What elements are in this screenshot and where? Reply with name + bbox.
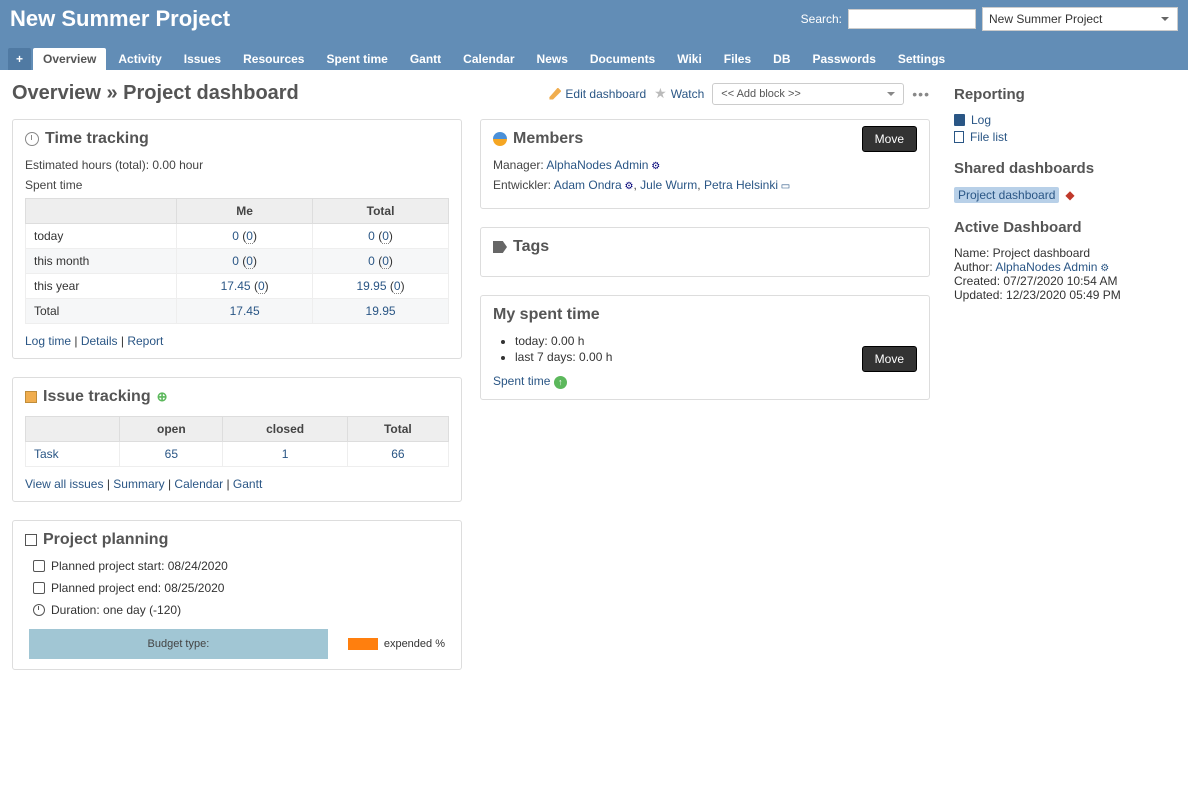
legend-swatch-icon xyxy=(348,638,378,650)
issue-tracking-box: Issue tracking ⊕ open closed Total Task … xyxy=(12,377,462,502)
gantt-link[interactable]: Gantt xyxy=(233,477,262,491)
table-row: this year 17.45 (0) 19.95 (0) xyxy=(26,274,449,299)
project-title: New Summer Project xyxy=(10,6,230,32)
move-button[interactable]: Move xyxy=(862,126,917,152)
members-box: Move Members Manager: AlphaNodes Admin ⚙… xyxy=(480,119,930,209)
dev-link[interactable]: Jule Wurm xyxy=(640,178,697,192)
table-row: Task 65 1 66 xyxy=(26,442,449,467)
project-selector[interactable]: New Summer Project xyxy=(982,7,1178,31)
pencil-icon xyxy=(549,88,561,100)
search-input[interactable] xyxy=(848,9,976,29)
active-heading: Active Dashboard xyxy=(954,219,1176,236)
time-table: Me Total today 0 (0) 0 (0) this month 0 … xyxy=(25,198,449,324)
package-icon: ◆ xyxy=(1065,188,1074,202)
spent-today: today: 0.00 h xyxy=(515,334,917,348)
calendar-icon xyxy=(33,560,45,572)
manager-link[interactable]: AlphaNodes Admin xyxy=(546,158,648,172)
time-tracking-box: Time tracking Estimated hours (total): 0… xyxy=(12,119,462,359)
dash-name: Name: Project dashboard xyxy=(954,246,1176,260)
tab-db[interactable]: DB xyxy=(763,48,800,70)
tab-calendar[interactable]: Calendar xyxy=(453,48,524,70)
log-icon xyxy=(954,114,965,126)
reporting-heading: Reporting xyxy=(954,86,1176,103)
tab-activity[interactable]: Activity xyxy=(108,48,171,70)
tab-plus[interactable]: + xyxy=(8,48,31,70)
tab-resources[interactable]: Resources xyxy=(233,48,314,70)
file-list-link[interactable]: File list xyxy=(970,130,1007,144)
duration: Duration: one day (-120) xyxy=(51,603,181,617)
gear-icon[interactable]: ⚙ xyxy=(622,181,634,192)
vcard-icon[interactable]: ▭ xyxy=(778,181,790,192)
my-spent-time-box: Move My spent time today: 0.00 h last 7 … xyxy=(480,295,930,400)
planning-icon xyxy=(25,534,37,546)
issue-icon xyxy=(25,391,37,403)
move-button[interactable]: Move xyxy=(862,346,917,372)
time-icon xyxy=(25,132,39,146)
table-row: Total 17.45 19.95 xyxy=(26,299,449,324)
tab-wiki[interactable]: Wiki xyxy=(667,48,712,70)
main-tabs: + Overview Activity Issues Resources Spe… xyxy=(0,38,1188,70)
log-time-link[interactable]: Log time xyxy=(25,334,71,348)
more-icon[interactable]: ••• xyxy=(912,86,930,102)
tab-issues[interactable]: Issues xyxy=(174,48,231,70)
report-link[interactable]: Report xyxy=(127,334,163,348)
sidebar: Reporting Log File list Shared dashboard… xyxy=(942,70,1188,682)
log-link[interactable]: Log xyxy=(971,113,991,127)
clock-icon xyxy=(33,604,45,616)
add-block-select[interactable]: << Add block >> xyxy=(712,83,904,105)
add-icon[interactable]: ⊕ xyxy=(157,389,168,405)
tag-icon xyxy=(493,241,507,253)
spent-week: last 7 days: 0.00 h xyxy=(515,350,917,364)
up-icon[interactable]: ↑ xyxy=(554,376,567,389)
members-icon xyxy=(493,132,507,146)
tab-passwords[interactable]: Passwords xyxy=(803,48,886,70)
gear-icon[interactable]: ⚙ xyxy=(1097,263,1109,274)
dash-created: Created: 07/27/2020 10:54 AM xyxy=(954,274,1176,288)
calendar-link[interactable]: Calendar xyxy=(174,477,223,491)
spent-time-link[interactable]: Spent time xyxy=(493,374,550,388)
tab-settings[interactable]: Settings xyxy=(888,48,955,70)
gear-icon[interactable]: ⚙ xyxy=(648,161,660,172)
details-link[interactable]: Details xyxy=(81,334,118,348)
tags-box: Tags xyxy=(480,227,930,277)
tab-spent-time[interactable]: Spent time xyxy=(316,48,397,70)
dev-link[interactable]: Adam Ondra xyxy=(554,178,622,192)
edit-dashboard-link[interactable]: Edit dashboard xyxy=(549,87,646,101)
tab-gantt[interactable]: Gantt xyxy=(400,48,451,70)
project-planning-box: Project planning Planned project start: … xyxy=(12,520,462,670)
calendar-icon xyxy=(33,582,45,594)
view-all-link[interactable]: View all issues xyxy=(25,477,103,491)
table-row: this month 0 (0) 0 (0) xyxy=(26,249,449,274)
budget-bar: Budget type: xyxy=(29,629,328,659)
spent-time-label: Spent time xyxy=(25,178,449,192)
author-link[interactable]: AlphaNodes Admin xyxy=(995,260,1097,274)
dashboard-link[interactable]: Project dashboard xyxy=(958,188,1055,202)
tracker-link[interactable]: Task xyxy=(34,447,59,461)
dash-updated: Updated: 12/23/2020 05:49 PM xyxy=(954,288,1176,302)
tab-documents[interactable]: Documents xyxy=(580,48,665,70)
planned-end: Planned project end: 08/25/2020 xyxy=(51,581,224,595)
chart-legend: expended % xyxy=(348,638,445,650)
page-title: Overview » Project dashboard xyxy=(12,82,299,105)
search-label: Search: xyxy=(801,12,842,26)
tab-overview[interactable]: Overview xyxy=(33,48,106,70)
shared-heading: Shared dashboards xyxy=(954,160,1176,177)
issue-table: open closed Total Task 65 1 66 xyxy=(25,416,449,467)
summary-link[interactable]: Summary xyxy=(113,477,164,491)
star-icon: ★ xyxy=(654,85,667,102)
table-row: today 0 (0) 0 (0) xyxy=(26,224,449,249)
dev-link[interactable]: Petra Helsinki xyxy=(704,178,778,192)
file-icon xyxy=(954,131,964,143)
watch-link[interactable]: ★ Watch xyxy=(654,85,704,102)
planned-start: Planned project start: 08/24/2020 xyxy=(51,559,228,573)
tab-files[interactable]: Files xyxy=(714,48,761,70)
estimated-hours: Estimated hours (total): 0.00 hour xyxy=(25,158,449,172)
tab-news[interactable]: News xyxy=(527,48,578,70)
